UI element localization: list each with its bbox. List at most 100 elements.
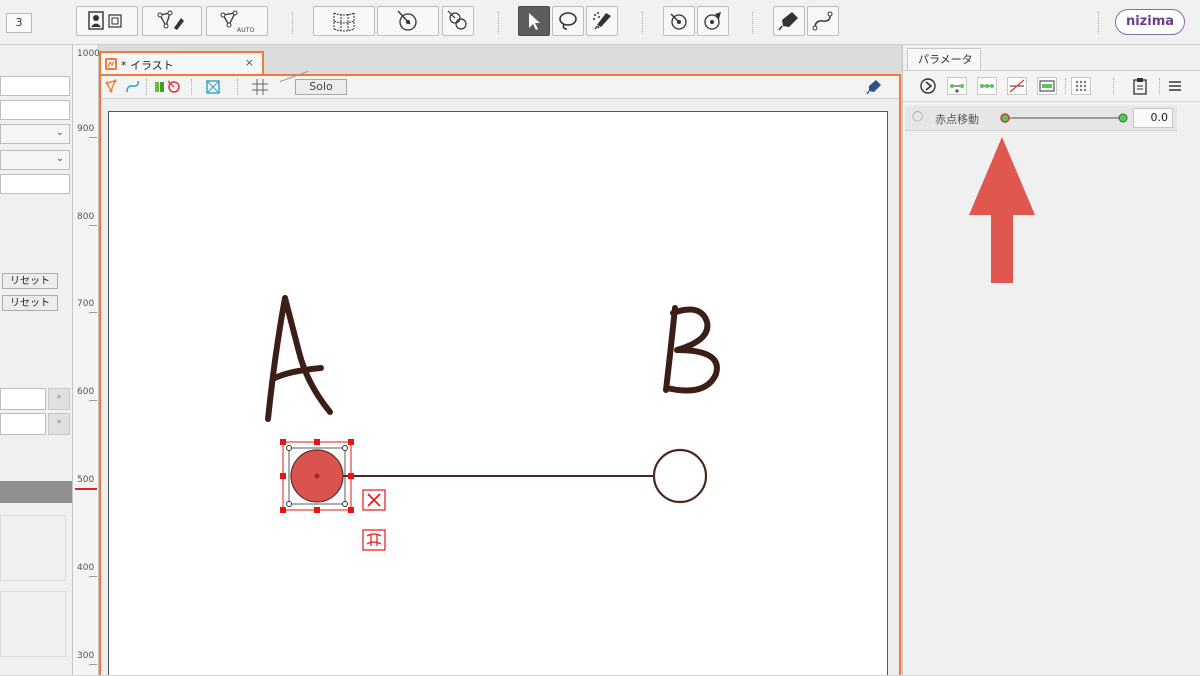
toolbar-separator: [498, 12, 500, 34]
document-tab[interactable]: * イラスト ×: [99, 51, 264, 76]
brush-select-icon: [593, 12, 611, 30]
vertical-ruler: 1000 900 800 700 600 500 400 300: [73, 45, 100, 675]
ruler-tick: [89, 576, 97, 577]
viewport-toolbar: Solo: [101, 70, 899, 99]
document-icon: [105, 58, 117, 70]
delete-key-icon: [1009, 79, 1025, 93]
glue-button[interactable]: [442, 6, 474, 36]
inspector-small-button[interactable]: *: [48, 413, 70, 435]
toolbar-separator: [1065, 78, 1067, 94]
inspector-dropdown[interactable]: ⌄: [0, 124, 70, 144]
ruler-label: 300: [77, 651, 95, 661]
clipboard-icon[interactable]: [1131, 77, 1149, 95]
group-grid-icon: [1075, 80, 1087, 92]
mesh-pen-icon: [157, 10, 184, 30]
ruler-label: 900: [77, 124, 95, 134]
brush-select-button[interactable]: [586, 6, 618, 36]
ruler-label: 500: [77, 475, 95, 485]
letter-a-drawing: [265, 295, 333, 422]
lasso-icon: [559, 12, 577, 30]
point-b-circle: [652, 448, 708, 504]
curve-tool-button[interactable]: [807, 6, 839, 36]
warp-grid-icon: [333, 12, 355, 32]
blend-shape-button[interactable]: [1037, 77, 1057, 95]
chevron-down-icon: ⌄: [55, 127, 64, 138]
inspector-panel: ⌄ ⌄ リセット リセット * *: [0, 45, 73, 675]
lasso-button[interactable]: [552, 6, 584, 36]
ruler-tick: [89, 225, 97, 226]
toolbar-separator: [146, 79, 148, 95]
hamburger-menu-icon[interactable]: [1167, 78, 1183, 94]
add-key-button[interactable]: [947, 77, 967, 95]
inspector-field[interactable]: [0, 100, 70, 120]
parameter-value-field[interactable]: 0.0: [1133, 108, 1173, 128]
bounding-box-icon[interactable]: [205, 79, 221, 95]
canvas-paper[interactable]: A B: [108, 111, 888, 675]
group-button[interactable]: [1071, 77, 1091, 95]
thumbnail-slot[interactable]: [0, 591, 66, 657]
deform-path-icon: [704, 12, 721, 30]
reset-button[interactable]: リセット: [2, 273, 58, 289]
select-arrow-button[interactable]: [518, 6, 550, 36]
mesh-edit-button[interactable]: [142, 6, 202, 36]
toolbar-separator: [752, 12, 754, 34]
toolbar-separator: [1113, 78, 1115, 94]
toolbar-separator: [292, 12, 294, 34]
parameter-row[interactable]: ◯ 赤点移動 0.0: [905, 106, 1177, 131]
curve-path-icon: [812, 11, 833, 31]
add-key-icon: [950, 84, 964, 93]
ruler-label: 700: [77, 299, 95, 309]
auto-mesh-button[interactable]: AUTO: [206, 6, 268, 36]
pen-nib-icon[interactable]: [866, 79, 882, 95]
parameters-panel: パラメータ ◯ 赤点移動 0.0: [902, 45, 1200, 675]
reset-button[interactable]: リセット: [2, 295, 58, 311]
solo-button[interactable]: Solo: [295, 79, 347, 95]
play-circle-icon[interactable]: [919, 77, 937, 95]
ruler-tick: [89, 664, 97, 665]
arrow-cursor-icon: [529, 13, 540, 30]
inspector-field[interactable]: [0, 174, 70, 194]
ruler-tick: [89, 137, 97, 138]
inspector-field[interactable]: [0, 76, 70, 96]
inspector-field[interactable]: [0, 388, 46, 410]
pen-nib-icon: [778, 12, 798, 31]
model-texture-button[interactable]: [76, 6, 138, 36]
lock-icon[interactable]: ◯: [912, 111, 923, 122]
deform-brush-button[interactable]: [663, 6, 695, 36]
rotation-deformer-button[interactable]: [377, 6, 439, 36]
inspector-dropdown[interactable]: ⌄: [0, 150, 70, 170]
warp-deformer-button[interactable]: [313, 6, 375, 36]
inspector-field[interactable]: [0, 413, 46, 435]
panel-header-bar: [0, 481, 72, 503]
document-title: * イラスト: [121, 59, 174, 72]
toolbar-separator: [1159, 78, 1161, 94]
tab-parameters[interactable]: パラメータ: [907, 48, 981, 70]
deform-brush-icon: [670, 13, 687, 30]
warp-handle-icon[interactable]: [362, 529, 386, 551]
rotation-deformer-icon: [397, 10, 417, 31]
blend-icon: [1039, 80, 1055, 92]
canvas-artwork: A B: [109, 112, 720, 551]
thumbnail-slot[interactable]: [0, 515, 66, 581]
delete-key-button[interactable]: [1007, 77, 1027, 95]
nizima-logo[interactable]: nizima: [1115, 9, 1185, 35]
up-arrow-annotation-icon: [969, 137, 1035, 283]
toolbar-separator: [1098, 12, 1100, 34]
inspector-small-button[interactable]: *: [48, 388, 70, 410]
deformer-display-icon[interactable]: [153, 79, 183, 95]
point-b-label: B: [109, 112, 110, 113]
ruler-label: 400: [77, 563, 95, 573]
main-toolbar: 3 AUTO nizima: [0, 0, 1200, 45]
mesh-display-icon[interactable]: [105, 79, 141, 95]
point-a-label: A: [109, 112, 110, 113]
glue-icon: [447, 10, 467, 30]
model-texture-icon: [88, 11, 122, 30]
deform-path-button[interactable]: [697, 6, 729, 36]
grid-icon[interactable]: [251, 79, 269, 95]
delete-handle-icon[interactable]: [362, 489, 386, 511]
letter-b-drawing: [663, 305, 720, 394]
pen-tool-button[interactable]: [773, 6, 805, 36]
add-three-keys-button[interactable]: [977, 77, 997, 95]
parameter-slider[interactable]: [999, 110, 1129, 126]
close-icon[interactable]: ×: [245, 56, 254, 69]
